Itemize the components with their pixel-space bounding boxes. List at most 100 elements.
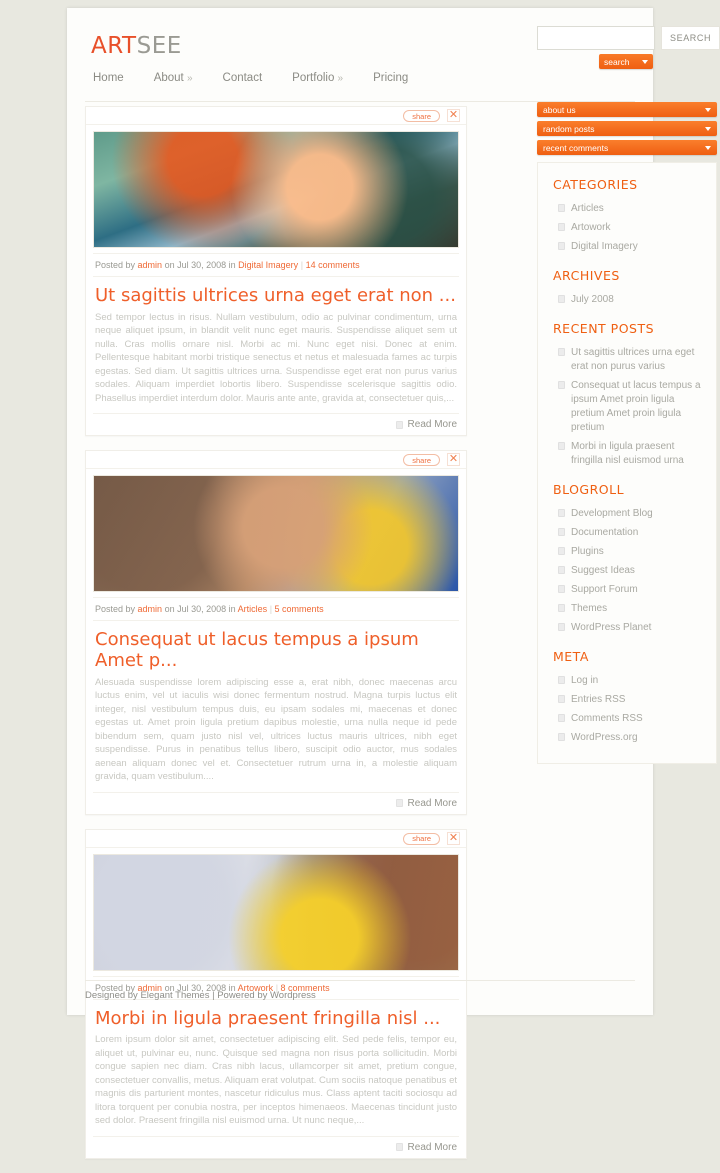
post-card: share ✕ Posted by admin on Jul 30, 2008 … xyxy=(85,450,467,815)
widget-heading-recent-posts: RECENT POSTS xyxy=(553,321,655,336)
nav-label: Portfolio xyxy=(292,72,335,84)
bullet-icon xyxy=(558,713,565,722)
post-featured-image[interactable] xyxy=(93,475,459,593)
site-logo[interactable]: ARTSEE xyxy=(91,33,182,59)
chevron-down-icon xyxy=(705,145,711,150)
category-link-articles[interactable]: Articles xyxy=(571,202,604,216)
list-item[interactable]: Ut sagittis ultrices urna eget erat non … xyxy=(550,343,704,376)
meta-link-comments-rss[interactable]: Comments RSS xyxy=(571,712,643,726)
list-item[interactable]: Entries RSS xyxy=(550,690,704,709)
post-footer: Read More xyxy=(93,413,459,435)
list-item[interactable]: Log in xyxy=(550,671,704,690)
post-thumbnail-wrap xyxy=(86,848,466,976)
blogroll-link-development-blog[interactable]: Development Blog xyxy=(571,507,653,521)
search-input[interactable] xyxy=(537,26,655,50)
share-button[interactable]: share xyxy=(403,832,440,845)
search-dropdown-toggle[interactable]: search xyxy=(599,54,653,69)
list-item[interactable]: Comments RSS xyxy=(550,709,704,728)
list-item[interactable]: Documentation xyxy=(550,523,704,542)
bullet-icon xyxy=(558,675,565,684)
share-button[interactable]: share xyxy=(403,454,440,467)
meta-separator: | xyxy=(269,604,273,615)
widget-heading-archives: ARCHIVES xyxy=(553,268,620,283)
meta-author-link[interactable]: admin xyxy=(138,604,163,614)
list-item[interactable]: Digital Imagery xyxy=(550,237,704,256)
sidebar-accordion-label: about us xyxy=(543,104,576,115)
blogroll-link-wordpress-planet[interactable]: WordPress Planet xyxy=(571,621,651,635)
bullet-icon xyxy=(558,347,565,356)
meta-category-link[interactable]: Articles xyxy=(238,604,268,614)
widget-heading-categories: CATEGORIES xyxy=(553,177,638,192)
post-featured-image[interactable] xyxy=(93,131,459,248)
meta-comments-link[interactable]: 14 comments xyxy=(306,260,360,270)
archive-link-july-2008[interactable]: July 2008 xyxy=(571,293,614,307)
read-more-label: Read More xyxy=(407,797,457,809)
meta-link-log-in[interactable]: Log in xyxy=(571,674,598,688)
nav-item-about[interactable]: About » xyxy=(150,70,197,86)
sidebar-widgets: CATEGORIES Articles Artowork Digital Ima… xyxy=(537,162,717,764)
meta-link-entries-rss[interactable]: Entries RSS xyxy=(571,693,625,707)
search-row: SEARCH xyxy=(537,26,720,50)
search-button[interactable]: SEARCH xyxy=(661,26,720,50)
widget-list-meta: Log in Entries RSS Comments RSS WordPres… xyxy=(550,671,704,747)
blogroll-link-themes[interactable]: Themes xyxy=(571,602,607,616)
widget-heading-meta: META xyxy=(553,649,589,664)
meta-author-link[interactable]: admin xyxy=(138,260,163,270)
blogroll-link-plugins[interactable]: Plugins xyxy=(571,545,604,559)
bullet-icon xyxy=(558,527,565,536)
sidebar-accordion-random-posts[interactable]: random posts xyxy=(537,121,717,136)
search-area: SEARCH search xyxy=(537,26,720,69)
blogroll-link-documentation[interactable]: Documentation xyxy=(571,526,638,540)
close-icon[interactable]: ✕ xyxy=(447,109,460,122)
meta-link-wordpress-org[interactable]: WordPress.org xyxy=(571,731,638,745)
list-item[interactable]: Themes xyxy=(550,599,704,618)
blogroll-link-suggest-ideas[interactable]: Suggest Ideas xyxy=(571,564,635,578)
post-featured-image[interactable] xyxy=(93,853,459,971)
meta-category-link[interactable]: Digital Imagery xyxy=(238,260,298,270)
list-item[interactable]: Plugins xyxy=(550,542,704,561)
list-item[interactable]: WordPress Planet xyxy=(550,618,704,637)
post-title-link[interactable]: Ut sagittis ultrices urna eget erat non … xyxy=(95,285,456,306)
bullet-icon xyxy=(558,241,565,250)
meta-comments-link[interactable]: 5 comments xyxy=(275,604,324,614)
nav-item-portfolio[interactable]: Portfolio » xyxy=(288,70,347,86)
list-item[interactable]: Support Forum xyxy=(550,580,704,599)
site-header: ARTSEE Home About » Contact Portfolio » … xyxy=(67,8,653,102)
read-more-button[interactable]: Read More xyxy=(395,419,457,431)
close-icon[interactable]: ✕ xyxy=(447,453,460,467)
bullet-icon xyxy=(558,380,565,389)
nav-item-contact[interactable]: Contact xyxy=(219,70,267,86)
category-link-artowork[interactable]: Artowork xyxy=(571,221,610,235)
read-more-button[interactable]: Read More xyxy=(395,797,457,809)
nav-item-pricing[interactable]: Pricing xyxy=(369,70,412,86)
post-title-link[interactable]: Morbi in ligula praesent fringilla nisl … xyxy=(95,1008,440,1029)
bullet-icon xyxy=(558,222,565,231)
main-navigation: Home About » Contact Portfolio » Pricing xyxy=(89,70,412,86)
recent-post-link-1[interactable]: Ut sagittis ultrices urna eget erat non … xyxy=(571,346,704,374)
sidebar-accordion-about-us[interactable]: about us xyxy=(537,102,717,117)
read-more-label: Read More xyxy=(407,419,457,431)
share-button[interactable]: share xyxy=(403,110,440,122)
read-more-label: Read More xyxy=(407,1141,457,1153)
meta-middle: on Jul 30, 2008 in xyxy=(164,260,236,270)
post-excerpt: Sed tempor lectus in risus. Nullam vesti… xyxy=(95,311,457,404)
list-item[interactable]: Articles xyxy=(550,199,704,218)
list-item[interactable]: Consequat ut lacus tempus a ipsum Amet p… xyxy=(550,376,704,437)
read-more-button[interactable]: Read More xyxy=(395,1141,457,1153)
recent-post-link-2[interactable]: Consequat ut lacus tempus a ipsum Amet p… xyxy=(571,379,704,435)
post-title-link[interactable]: Consequat ut lacus tempus a ipsum Amet p… xyxy=(95,629,419,671)
close-icon[interactable]: ✕ xyxy=(447,831,460,845)
blogroll-link-support-forum[interactable]: Support Forum xyxy=(571,583,638,597)
list-item[interactable]: Development Blog xyxy=(550,504,704,523)
list-item[interactable]: July 2008 xyxy=(550,290,704,309)
chevron-down-icon xyxy=(642,59,648,64)
list-item[interactable]: Morbi in ligula praesent fringilla nisl … xyxy=(550,437,704,470)
list-item[interactable]: WordPress.org xyxy=(550,728,704,747)
nav-item-home[interactable]: Home xyxy=(89,70,128,86)
category-link-digital-imagery[interactable]: Digital Imagery xyxy=(571,240,638,254)
list-item[interactable]: Suggest Ideas xyxy=(550,561,704,580)
list-item[interactable]: Artowork xyxy=(550,218,704,237)
logo-text-primary: ART xyxy=(91,33,137,59)
sidebar-accordion-recent-comments[interactable]: recent comments xyxy=(537,140,717,155)
recent-post-link-3[interactable]: Morbi in ligula praesent fringilla nisl … xyxy=(571,440,704,468)
